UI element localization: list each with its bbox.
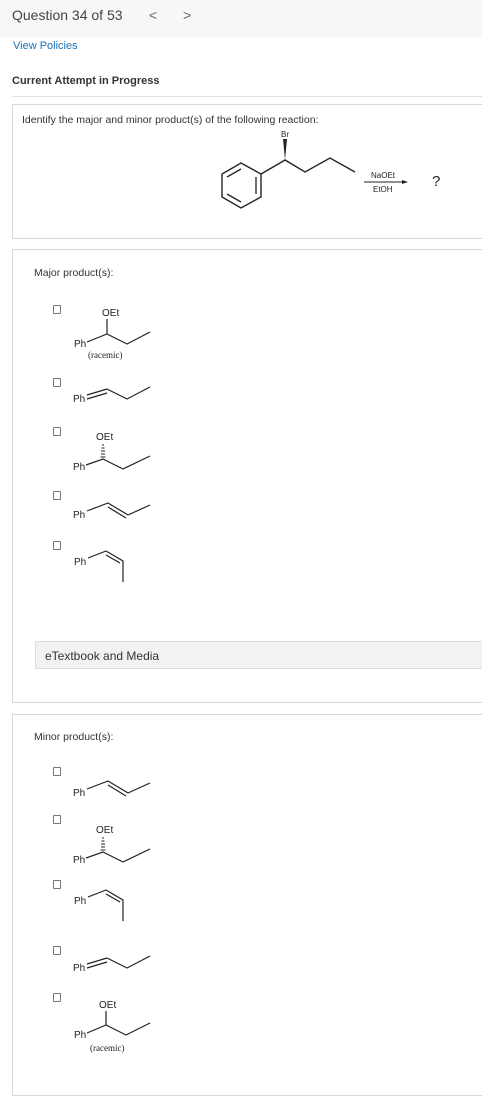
minor-option-2-structure: OEt Ph <box>73 825 151 866</box>
minor-option-3-checkbox[interactable] <box>53 880 61 889</box>
ethoxy-label: OEt <box>96 432 113 443</box>
phenyl-label: Ph <box>73 462 85 473</box>
major-option-1-checkbox[interactable] <box>53 305 61 314</box>
unknown-product: ? <box>432 173 440 190</box>
phenyl-label: Ph <box>73 510 85 521</box>
minor-option-5-structure: OEt Ph (racemic) <box>74 1000 151 1053</box>
reaction-scheme: Br NaOEt EtOH ? <box>221 130 440 209</box>
reagent-label: NaOEt <box>371 171 396 180</box>
ethoxy-label: OEt <box>96 825 113 836</box>
view-policies-link[interactable]: View Policies <box>13 40 78 52</box>
question-counter: Question 34 of 53 <box>12 7 123 23</box>
phenyl-label: Ph <box>73 394 85 405</box>
leaving-group-label: Br <box>281 130 289 139</box>
major-option-5-checkbox[interactable] <box>53 541 61 550</box>
minor-products-label: Minor product(s): <box>34 731 114 743</box>
phenyl-label: Ph <box>74 1030 86 1041</box>
minor-option-4-checkbox[interactable] <box>53 946 61 955</box>
phenyl-label: Ph <box>73 855 85 866</box>
minor-option-3-structure: Ph <box>74 889 124 921</box>
major-option-3-checkbox[interactable] <box>53 427 61 436</box>
minor-option-5-checkbox[interactable] <box>53 993 61 1002</box>
divider <box>12 96 482 97</box>
major-option-5-structure: Ph <box>74 550 124 582</box>
phenyl-label: Ph <box>74 557 86 568</box>
major-option-2-checkbox[interactable] <box>53 378 61 387</box>
racemic-label: (racemic) <box>88 350 122 360</box>
racemic-label: (racemic) <box>90 1043 124 1053</box>
question-header: Question 34 of 53 < > <box>0 0 482 38</box>
previous-question-button[interactable]: < <box>149 7 157 23</box>
minor-option-1-structure: Ph <box>73 780 151 799</box>
etextbook-media-button[interactable]: eTextbook and Media <box>35 641 482 669</box>
major-option-2-structure: Ph <box>73 386 151 405</box>
phenyl-label: Ph <box>74 896 86 907</box>
major-option-1-structure: OEt Ph (racemic) <box>74 308 151 360</box>
question-prompt: Identify the major and minor product(s) … <box>22 114 319 126</box>
major-option-3-structure: OEt Ph <box>73 432 151 473</box>
phenyl-label: Ph <box>73 963 85 974</box>
minor-option-1-checkbox[interactable] <box>53 767 61 776</box>
ethoxy-label: OEt <box>99 1000 116 1011</box>
attempt-status: Current Attempt in Progress <box>12 75 160 87</box>
major-option-4-structure: Ph <box>73 502 151 521</box>
phenyl-label: Ph <box>74 339 86 350</box>
phenyl-label: Ph <box>73 788 85 799</box>
major-option-4-checkbox[interactable] <box>53 491 61 500</box>
major-products-label: Major product(s): <box>34 267 114 279</box>
minor-option-4-structure: Ph <box>73 955 151 974</box>
next-question-button[interactable]: > <box>183 7 191 23</box>
solvent-label: EtOH <box>373 185 393 194</box>
minor-option-2-checkbox[interactable] <box>53 815 61 824</box>
ethoxy-label: OEt <box>102 308 119 319</box>
